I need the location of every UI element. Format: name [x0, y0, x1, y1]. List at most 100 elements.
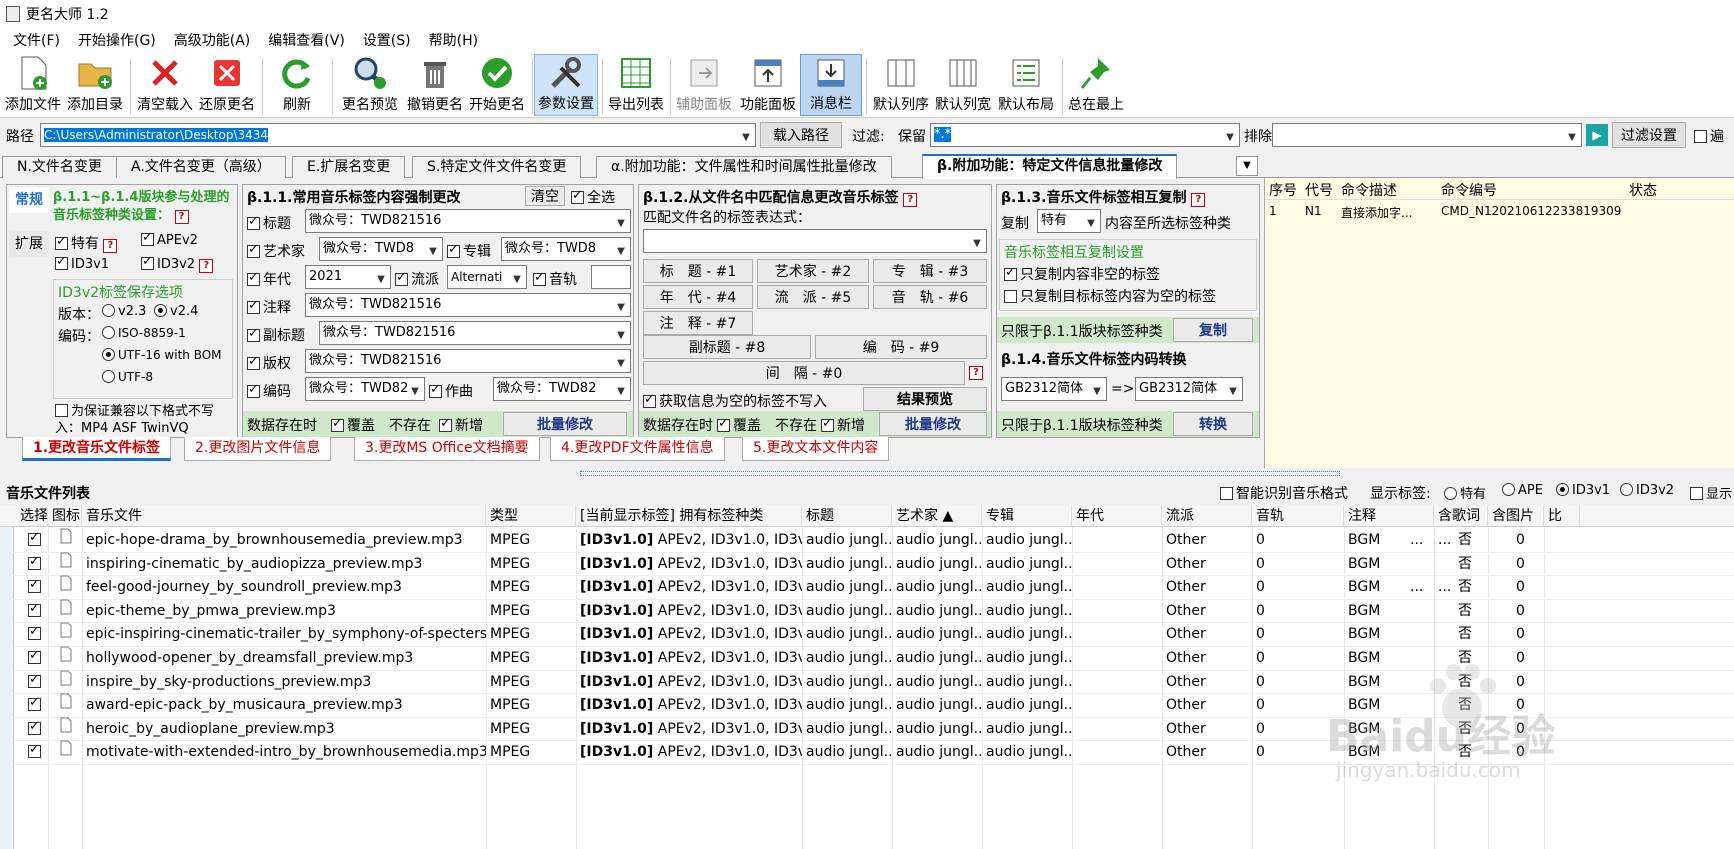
copyright-checkbox[interactable]: 版权: [247, 353, 291, 373]
copy-nonempty-checkbox[interactable]: 只复制内容非空的标签: [1004, 264, 1160, 284]
column-header-track[interactable]: 音轨: [1252, 505, 1344, 527]
function-panel-button[interactable]: 功能面板: [736, 54, 800, 116]
genre-field[interactable]: Alternati ▼: [447, 265, 527, 289]
load-path-button[interactable]: 载入路径: [760, 122, 842, 148]
tag-album-button[interactable]: 专 辑 - #3: [873, 259, 987, 283]
table-row[interactable]: epic-inspiring-cinematic-trailer_by_symp…: [0, 622, 1734, 647]
path-combo[interactable]: C:\Users\Administrator\Desktop\3434 ▼: [40, 123, 756, 147]
column-header-album[interactable]: 专辑: [982, 505, 1072, 527]
column-header-file[interactable]: 音乐文件: [82, 505, 486, 527]
checkbox[interactable]: [1694, 130, 1707, 143]
table-row[interactable]: award-epic-pack_by_musicaura_preview.mp3…: [0, 693, 1734, 718]
compat-option[interactable]: 为保证兼容以下格式不写入：MP4 ASF TwinVQ: [55, 403, 237, 437]
column-header-title[interactable]: 标题: [802, 505, 892, 527]
splitter-handle[interactable]: [580, 471, 1340, 476]
convert-to-select[interactable]: GB2312简体 ▼: [1135, 377, 1243, 401]
encoding-utf16-radio[interactable]: UTF-16 with BOM: [102, 348, 222, 362]
tag-separator-button[interactable]: 间 隔 - #0: [643, 361, 965, 385]
subtab-office-summary[interactable]: 3.更改MS Office文档摘要: [354, 437, 540, 461]
add-folder-button[interactable]: 添加目录: [64, 54, 126, 116]
column-header-type[interactable]: 类型: [486, 505, 576, 527]
table-row[interactable]: hollywood-opener_by_dreamsfall_preview.m…: [0, 645, 1734, 671]
version-v23-radio[interactable]: v2.3: [102, 304, 146, 319]
export-list-button[interactable]: 导出列表: [604, 54, 668, 116]
side-tab-extended[interactable]: 扩展: [9, 231, 49, 257]
select-checkbox[interactable]: [24, 645, 48, 671]
encoding-iso-radio[interactable]: ISO-8859-1: [102, 326, 186, 340]
select-checkbox[interactable]: [24, 598, 48, 624]
column-header-picture[interactable]: 含图片: [1488, 505, 1544, 527]
show-ape-radio[interactable]: APE: [1502, 483, 1543, 498]
show-more-checkbox[interactable]: 显示: [1690, 483, 1732, 502]
tag-genre-button[interactable]: 流 派 - #5: [757, 285, 869, 309]
help-icon[interactable]: ?: [903, 193, 918, 207]
select-checkbox[interactable]: [24, 669, 48, 695]
subtitle-checkbox[interactable]: 副标题: [247, 325, 305, 345]
table-row[interactable]: heroic_by_audioplane_preview.mp3 MPEG [ID3…: [0, 716, 1734, 742]
add-file-button[interactable]: 添加文件: [2, 54, 64, 116]
menu-advanced[interactable]: 高级功能(A): [165, 30, 260, 50]
copy-button[interactable]: 复制: [1173, 318, 1253, 342]
menu-help[interactable]: 帮助(H): [420, 30, 487, 50]
filter-settings-button[interactable]: 过滤设置: [1612, 122, 1686, 148]
tabs-dropdown-icon[interactable]: ▼: [1236, 156, 1258, 176]
show-special-radio[interactable]: 特有: [1444, 483, 1486, 502]
aux-panel-button[interactable]: 辅助面板: [672, 54, 736, 116]
genre-checkbox[interactable]: 流派: [395, 269, 439, 289]
copyright-field[interactable]: 微众号：TWD821516 ▼: [305, 349, 631, 373]
tag-subtitle-button[interactable]: 副标题 - #8: [643, 335, 811, 359]
tag-year-button[interactable]: 年 代 - #4: [643, 285, 753, 309]
artist-checkbox[interactable]: 艺术家: [247, 241, 305, 261]
convert-button[interactable]: 转换: [1173, 412, 1253, 436]
title-checkbox[interactable]: 标题: [247, 213, 291, 233]
year-field[interactable]: 2021 ▼: [305, 265, 391, 289]
copy-source-select[interactable]: 特有 ▼: [1037, 209, 1101, 233]
track-checkbox[interactable]: 音轨: [533, 269, 577, 289]
menu-file[interactable]: 文件(F): [4, 30, 69, 50]
column-header-artist[interactable]: 艺术家 ▲: [892, 505, 982, 527]
default-column-order-button[interactable]: 默认列序: [870, 54, 932, 116]
tag-option-apev2[interactable]: APEv2: [141, 231, 198, 248]
always-on-top-button[interactable]: 总在最上: [1064, 54, 1128, 116]
composer-field[interactable]: 微众号：TWD82 ▼: [493, 377, 631, 401]
expr-field[interactable]: ▼: [643, 229, 987, 253]
parameter-settings-button[interactable]: 参数设置: [534, 54, 598, 116]
subtab-pdf-properties[interactable]: 4.更改PDF文件属性信息: [550, 437, 725, 461]
tab-attribute[interactable]: α.附加功能：文件属性和时间属性批量修改: [596, 156, 892, 178]
column-header-comment[interactable]: 注释: [1344, 505, 1434, 527]
copy-target-empty-checkbox[interactable]: 只复制目标标签内容为空的标签: [1004, 286, 1216, 306]
tab-specific-filename[interactable]: S.特定文件文件名变更: [412, 156, 582, 178]
tag-option-id3v1[interactable]: ID3v1: [55, 255, 109, 272]
tag-option-id3v2[interactable]: ID3v2 ?: [141, 255, 214, 273]
skip-empty-checkbox[interactable]: 获取信息为空的标签不写入: [643, 391, 827, 411]
column-header-lyrics[interactable]: 含歌词: [1434, 505, 1488, 527]
undo-rename-button[interactable]: 撤销更名: [404, 54, 466, 116]
table-row[interactable]: inspiring-cinematic_by_audiopizza_previe…: [0, 551, 1734, 577]
tab-extension[interactable]: E.扩展名变更: [292, 156, 406, 178]
select-checkbox[interactable]: [24, 551, 48, 577]
help-icon[interactable]: ?: [174, 210, 189, 224]
subtab-music-tags[interactable]: 1.更改音乐文件标签: [22, 437, 172, 461]
select-all-checkbox[interactable]: 全选: [571, 187, 615, 207]
select-checkbox[interactable]: [24, 574, 48, 600]
clear-load-button[interactable]: 清空载入: [134, 54, 196, 116]
restore-rename-button[interactable]: 还原更名: [196, 54, 258, 116]
encoder-field[interactable]: 微众号：TWD82 ▼: [305, 377, 425, 401]
convert-from-select[interactable]: GB2312简体 ▼: [1001, 377, 1107, 401]
edge-option[interactable]: 遍: [1694, 126, 1724, 146]
select-checkbox[interactable]: [24, 527, 48, 553]
message-bar-button[interactable]: 消息栏: [800, 54, 862, 116]
subtab-text-content[interactable]: 5.更改文本文件内容: [742, 437, 890, 461]
tag-comment-button[interactable]: 注 释 - #7: [643, 311, 753, 335]
version-v24-radio[interactable]: v2.4: [154, 304, 198, 319]
menu-edit-view[interactable]: 编辑查看(V): [259, 30, 354, 50]
clear-button[interactable]: 清空: [525, 186, 565, 206]
b12-batch-button[interactable]: 批量修改: [879, 412, 987, 436]
title-field[interactable]: 微众号：TWD821516 ▼: [305, 209, 631, 233]
select-checkbox[interactable]: [24, 716, 48, 742]
help-icon[interactable]: ?: [969, 366, 983, 380]
album-checkbox[interactable]: 专辑: [447, 241, 491, 261]
year-checkbox[interactable]: 年代: [247, 269, 291, 289]
menu-settings[interactable]: 设置(S): [354, 30, 420, 50]
side-tab-general[interactable]: 常规: [9, 187, 49, 213]
